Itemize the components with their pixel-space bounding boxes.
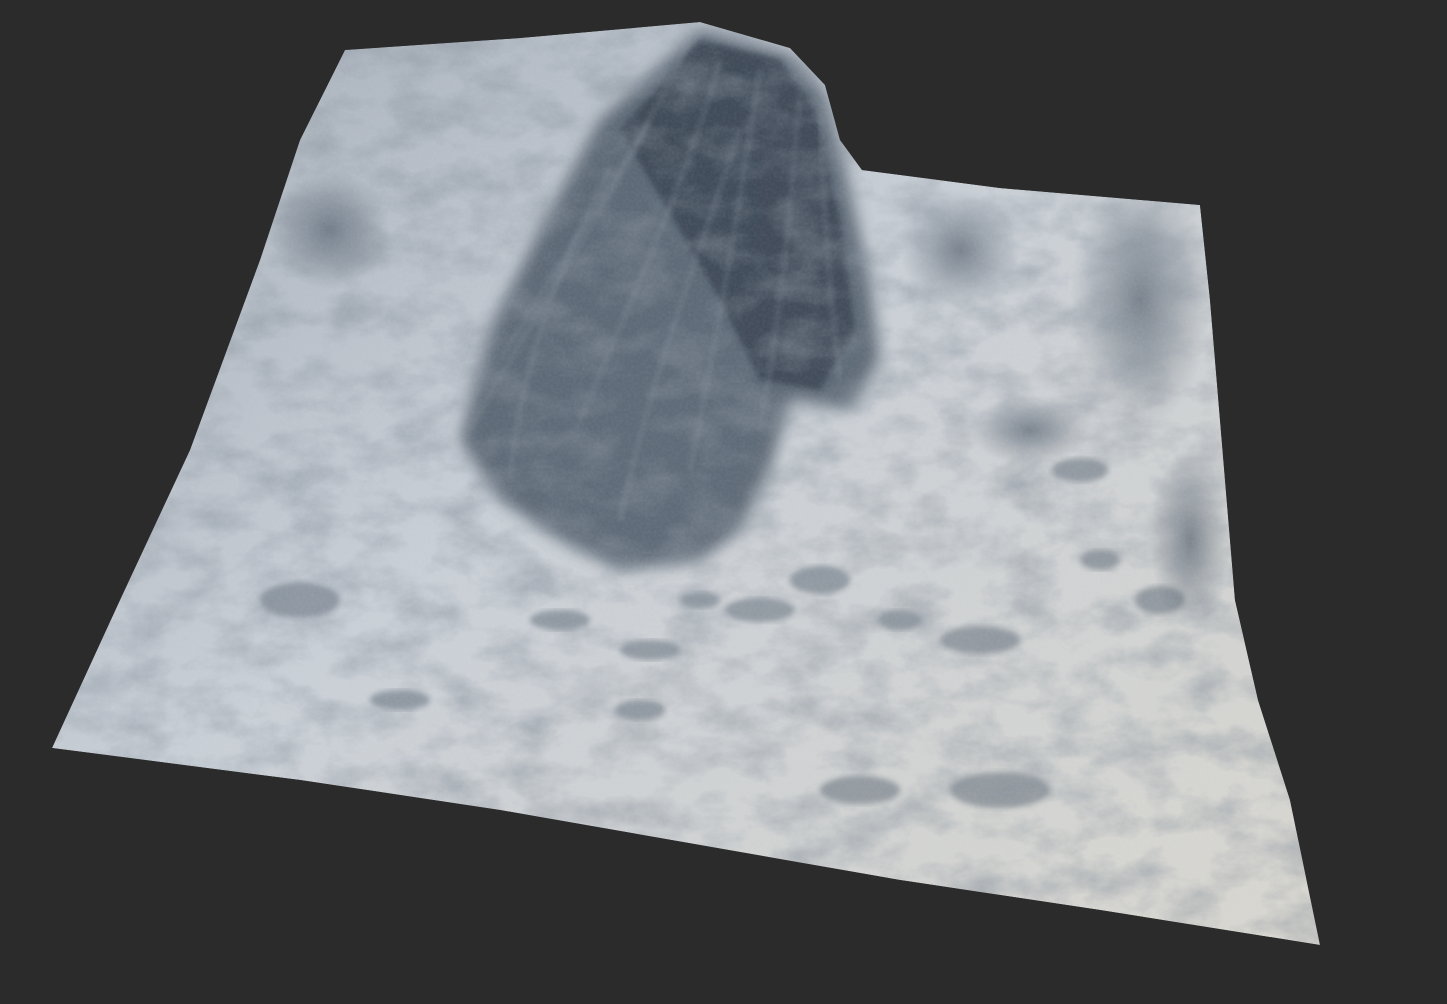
3d-viewport[interactable] — [0, 0, 1447, 1004]
terrain-mesh — [52, 22, 1320, 945]
terrain-render[interactable] — [0, 0, 1447, 1004]
terrain-grain — [52, 22, 1320, 945]
